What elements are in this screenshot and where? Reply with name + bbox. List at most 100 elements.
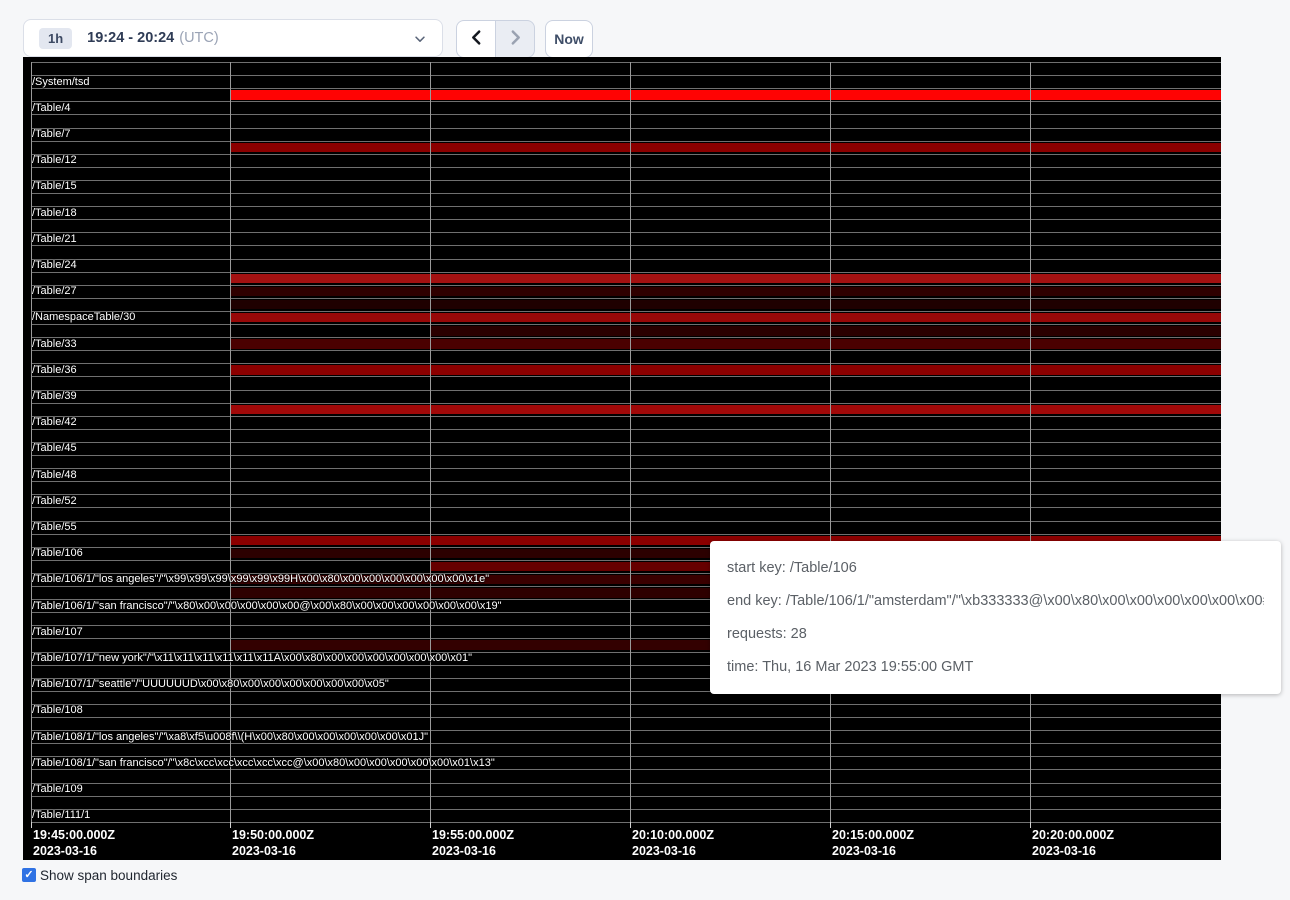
heatmap-cell[interactable] <box>230 300 430 310</box>
span-boundary-line <box>31 521 1221 522</box>
heatmap-cell[interactable] <box>830 339 1030 349</box>
row-label: /NamespaceTable/30 <box>32 311 135 324</box>
heatmap-cell[interactable] <box>1030 143 1221 153</box>
span-boundary-line <box>31 88 1221 89</box>
row-label: /Table/42 <box>32 416 77 429</box>
show-span-boundaries-checkbox[interactable]: ✓ <box>22 868 36 882</box>
heatmap-cell[interactable] <box>630 339 830 349</box>
heatmap-cell[interactable] <box>830 90 1030 100</box>
heatmap-cell[interactable] <box>430 405 630 415</box>
heatmap-cell[interactable] <box>830 143 1030 153</box>
row-label: /Table/106/1/"san francisco"/"\x80\x00\x… <box>32 600 502 613</box>
heatmap-cell[interactable] <box>1030 405 1221 415</box>
heatmap-cell[interactable] <box>1030 300 1221 310</box>
heatmap-cell[interactable] <box>630 300 830 310</box>
heatmap-cell[interactable] <box>630 405 830 415</box>
x-axis-tick-date: 2023-03-16 <box>33 843 115 859</box>
heatmap-cell[interactable] <box>1030 326 1221 336</box>
key-visualizer-heatmap[interactable]: /System/tsd/Table/4/Table/7/Table/12/Tab… <box>23 57 1221 860</box>
heatmap-cell[interactable] <box>630 274 830 284</box>
heatmap-cell[interactable] <box>1030 339 1221 349</box>
row-label: /Table/12 <box>32 154 77 167</box>
x-axis-tick-time: 19:55:00.000Z <box>432 827 514 843</box>
heatmap-cell[interactable] <box>430 536 630 546</box>
heatmap-cell[interactable] <box>230 640 430 650</box>
heatmap-cell[interactable] <box>430 274 630 284</box>
heatmap-cell[interactable] <box>830 274 1030 284</box>
heatmap-cell[interactable] <box>830 313 1030 323</box>
span-boundary-line <box>31 494 1221 495</box>
tooltip-end-key: end key: /Table/106/1/"amsterdam"/"\xb33… <box>727 593 1264 609</box>
heatmap-cell[interactable] <box>230 143 430 153</box>
heatmap-cell[interactable] <box>430 326 630 336</box>
heatmap-cell[interactable] <box>1030 287 1221 297</box>
row-label: /Table/108 <box>32 704 83 717</box>
timezone-label: (UTC) <box>179 30 218 46</box>
heatmap-cell[interactable] <box>830 326 1030 336</box>
heatmap-cell[interactable] <box>630 365 830 375</box>
heatmap-cell[interactable] <box>430 339 630 349</box>
heatmap-cell[interactable] <box>430 549 630 559</box>
row-label: /Table/108/1/"los angeles"/"\xa8\xf5\u00… <box>32 731 428 744</box>
heatmap-cell[interactable] <box>830 287 1030 297</box>
heatmap-cell[interactable] <box>630 313 830 323</box>
heatmap-cell[interactable] <box>1030 365 1221 375</box>
heatmap-cell[interactable] <box>1030 274 1221 284</box>
heatmap-cell[interactable] <box>830 405 1030 415</box>
now-button[interactable]: Now <box>545 20 593 58</box>
row-label: /Table/39 <box>32 390 77 403</box>
heatmap-cell[interactable] <box>230 536 430 546</box>
span-boundary-line <box>31 114 1221 115</box>
heatmap-cell[interactable] <box>230 287 430 297</box>
span-boundary-line <box>31 337 1221 338</box>
prev-time-button[interactable] <box>456 20 496 58</box>
heatmap-cell[interactable] <box>430 90 630 100</box>
heatmap-cell[interactable] <box>430 562 630 572</box>
heatmap-cell[interactable] <box>230 274 430 284</box>
heatmap-cell[interactable] <box>430 143 630 153</box>
heatmap-cell[interactable] <box>430 365 630 375</box>
span-boundary-line <box>31 822 1221 823</box>
row-label: /Table/4 <box>32 102 71 115</box>
span-boundary-line <box>31 75 1221 76</box>
heatmap-cell[interactable] <box>630 326 830 336</box>
span-boundary-line <box>31 429 1221 430</box>
heatmap-cell[interactable] <box>430 300 630 310</box>
heatmap-cell[interactable] <box>230 365 430 375</box>
axis-tick-mark <box>830 822 831 828</box>
time-range-selector[interactable]: 1h 19:24 - 20:24 (UTC) <box>23 19 443 57</box>
span-boundary-line <box>31 507 1221 508</box>
x-axis-tick: 19:50:00.000Z2023-03-16 <box>232 827 314 859</box>
heatmap-cell[interactable] <box>630 287 830 297</box>
heatmap-cell[interactable] <box>830 300 1030 310</box>
span-boundary-line <box>31 455 1221 456</box>
x-axis-tick-time: 20:10:00.000Z <box>632 827 714 843</box>
row-label: /Table/106/1/"los angeles"/"\x99\x99\x99… <box>32 573 489 586</box>
heatmap-cell[interactable] <box>1030 90 1221 100</box>
heatmap-cell[interactable] <box>230 405 430 415</box>
x-axis-tick-time: 19:45:00.000Z <box>33 827 115 843</box>
heatmap-cell[interactable] <box>230 339 430 349</box>
heatmap-cell[interactable] <box>230 588 430 598</box>
row-label: /Table/107/1/"new york"/"\x11\x11\x11\x1… <box>32 652 472 665</box>
heatmap-cell[interactable] <box>1030 313 1221 323</box>
heatmap-cell[interactable] <box>430 313 630 323</box>
heatmap-cell[interactable] <box>630 90 830 100</box>
heatmap-cell[interactable] <box>430 287 630 297</box>
row-label: /System/tsd <box>32 76 89 89</box>
heatmap-cell[interactable] <box>830 365 1030 375</box>
heatmap-cell[interactable] <box>630 143 830 153</box>
heatmap-cell[interactable] <box>230 549 430 559</box>
next-time-button[interactable] <box>495 20 535 58</box>
x-axis-tick: 20:10:00.000Z2023-03-16 <box>632 827 714 859</box>
span-boundary-line <box>31 783 1221 784</box>
heatmap-cell[interactable] <box>430 640 630 650</box>
column-boundary-line <box>830 62 831 822</box>
heatmap-cell[interactable] <box>230 313 430 323</box>
heatmap-cell[interactable] <box>230 90 430 100</box>
heatmap-cell[interactable] <box>430 588 630 598</box>
span-boundary-line <box>31 128 1221 129</box>
row-label: /Table/18 <box>32 207 77 220</box>
x-axis-tick-date: 2023-03-16 <box>1032 843 1114 859</box>
span-boundary-line <box>31 350 1221 351</box>
